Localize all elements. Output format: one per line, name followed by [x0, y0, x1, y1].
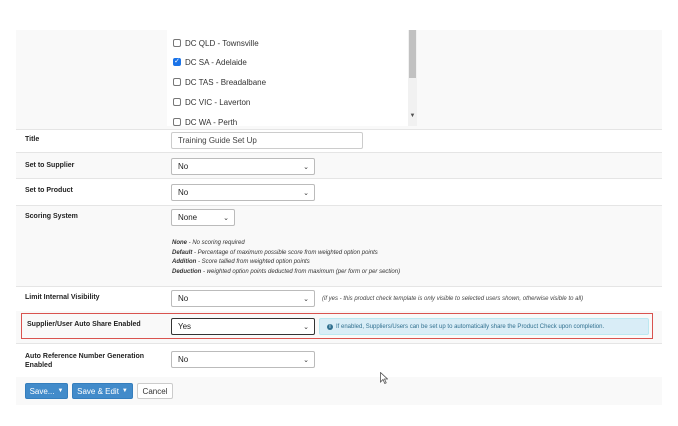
chevron-down-icon: ⌄	[303, 295, 309, 303]
save-and-edit-button[interactable]: Save & Edit ▼	[72, 383, 133, 399]
set-to-product-row: Set to Product	[16, 179, 662, 205]
checkbox[interactable]	[173, 39, 181, 47]
store-option[interactable]: DC QLD - Townsville	[173, 35, 259, 51]
title-input[interactable]: Training Guide Set Up	[171, 132, 363, 149]
store-option-label: DC VIC - Laverton	[185, 97, 251, 107]
limit-visibility-value: No	[178, 294, 189, 303]
store-option-label: DC QLD - Townsville	[185, 38, 259, 48]
auto-reference-label: Auto Reference Number Generation Enabled	[25, 353, 145, 369]
scoring-system-select[interactable]: None ⌄	[171, 209, 235, 226]
store-option-label: DC TAS - Breadalbane	[185, 77, 267, 87]
store-option[interactable]: DC VIC - Laverton	[173, 94, 250, 110]
checkbox[interactable]	[173, 98, 181, 106]
chevron-down-icon: ⌄	[223, 214, 229, 222]
scoring-system-notes: None - No scoring required Default - Per…	[172, 240, 401, 275]
set-to-supplier-row: Set to Supplier	[16, 153, 662, 178]
list-scroll-thumb[interactable]	[409, 30, 416, 78]
chevron-down-icon: ⌄	[303, 189, 309, 197]
store-option[interactable]: DC TAS - Breadalbane	[173, 74, 266, 90]
store-option[interactable]: DC WA - Perth	[173, 114, 237, 126]
caret-down-icon: ▼	[57, 388, 64, 394]
chevron-down-icon: ⌄	[303, 163, 309, 171]
set-to-supplier-value: No	[178, 162, 189, 171]
auto-reference-select[interactable]: No ⌄	[171, 351, 315, 368]
auto-reference-row: Auto Reference Number Generation Enabled	[16, 344, 662, 376]
chevron-down-icon: ⌄	[303, 323, 309, 331]
title-label: Title	[25, 136, 40, 143]
caret-down-icon: ▼	[121, 388, 128, 394]
scoring-system-label: Scoring System	[25, 213, 78, 220]
set-to-supplier-select[interactable]: No ⌄	[171, 158, 315, 175]
save-button[interactable]: Save... ▼	[25, 383, 68, 399]
mouse-cursor-icon	[380, 372, 388, 384]
auto-share-select[interactable]: Yes ⌄	[171, 318, 315, 335]
scoring-system-value: None	[178, 213, 198, 222]
limit-visibility-label: Limit Internal Visibility	[25, 294, 100, 301]
cancel-button[interactable]: Cancel	[137, 383, 173, 399]
checkbox[interactable]	[173, 118, 181, 126]
title-input-value: Training Guide Set Up	[178, 136, 257, 145]
set-to-supplier-label: Set to Supplier	[25, 162, 75, 169]
store-option-label: DC WA - Perth	[185, 117, 238, 127]
stores-checkbox-list: DC QLD - Townsville ✓ DC SA - Adelaide D…	[167, 30, 417, 126]
auto-share-info-alert: i If enabled, Suppliers/Users can be set…	[319, 318, 649, 335]
auto-share-label: Supplier/User Auto Share Enabled	[27, 321, 141, 328]
scroll-down-arrow-icon[interactable]: ▼	[408, 111, 417, 121]
checkbox[interactable]	[173, 78, 181, 86]
checkbox-checked[interactable]: ✓	[173, 58, 181, 66]
limit-visibility-hint: (if yes - this product check template is…	[322, 296, 584, 302]
set-to-product-value: No	[178, 188, 189, 197]
store-option-label: DC SA - Adelaide	[185, 57, 247, 67]
auto-share-value: Yes	[178, 322, 192, 331]
info-circle-icon: i	[327, 323, 333, 330]
set-to-product-label: Set to Product	[25, 187, 73, 194]
set-to-product-select[interactable]: No ⌄	[171, 184, 315, 201]
auto-reference-value: No	[178, 355, 189, 364]
chevron-down-icon: ⌄	[303, 356, 309, 364]
limit-visibility-select[interactable]: No ⌄	[171, 290, 315, 307]
store-option[interactable]: ✓ DC SA - Adelaide	[173, 54, 247, 70]
auto-share-info-text: If enabled, Suppliers/Users can be set u…	[336, 323, 605, 330]
